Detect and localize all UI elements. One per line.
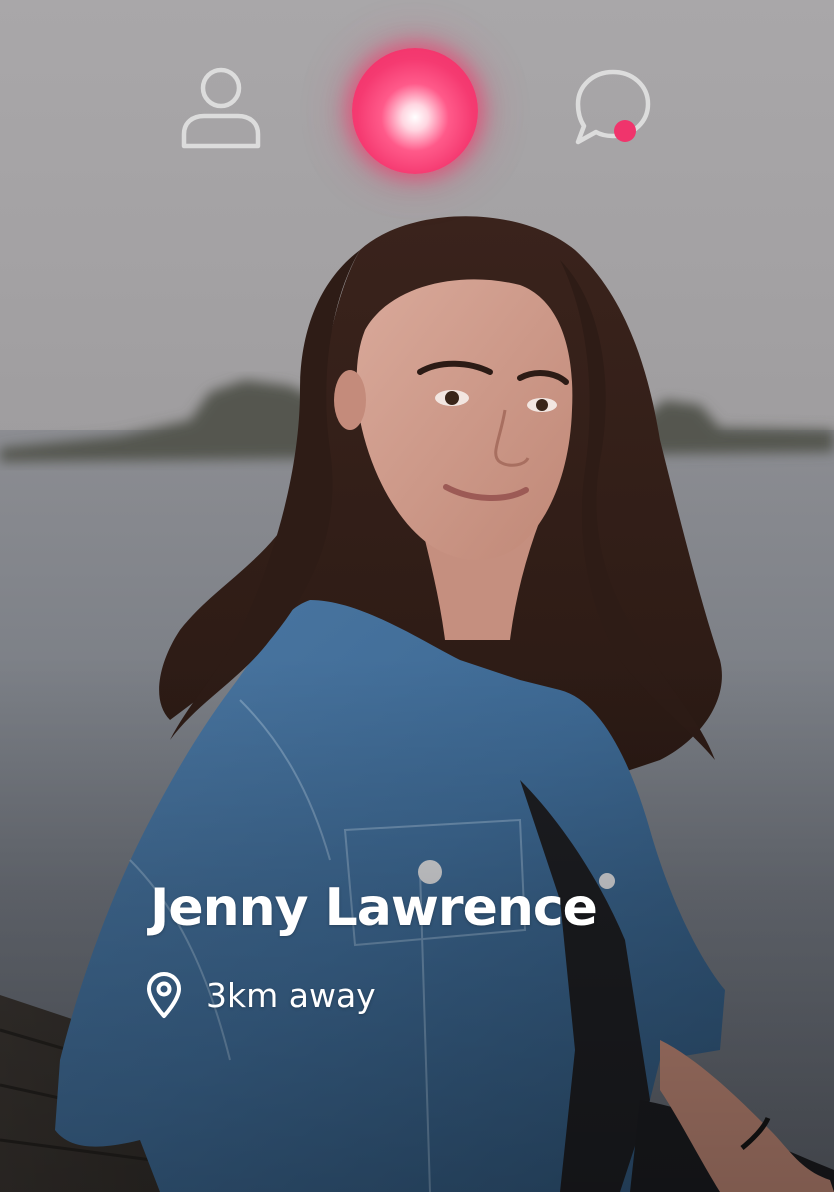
profile-nav-button[interactable] bbox=[180, 66, 262, 150]
profile-name: Jenny Lawrence bbox=[150, 878, 598, 938]
chat-bubble-icon bbox=[575, 69, 651, 145]
messages-nav-button[interactable] bbox=[570, 68, 656, 150]
unread-badge bbox=[614, 120, 636, 142]
distance-label: 3km away bbox=[206, 975, 376, 1015]
top-navigation bbox=[0, 40, 834, 180]
discover-orb-button[interactable] bbox=[352, 48, 478, 174]
profile-distance: 3km away bbox=[146, 970, 376, 1020]
profile-card-screen: Jenny Lawrence 3km away bbox=[0, 0, 834, 1192]
user-icon bbox=[181, 67, 261, 149]
location-pin-icon bbox=[147, 972, 181, 1018]
